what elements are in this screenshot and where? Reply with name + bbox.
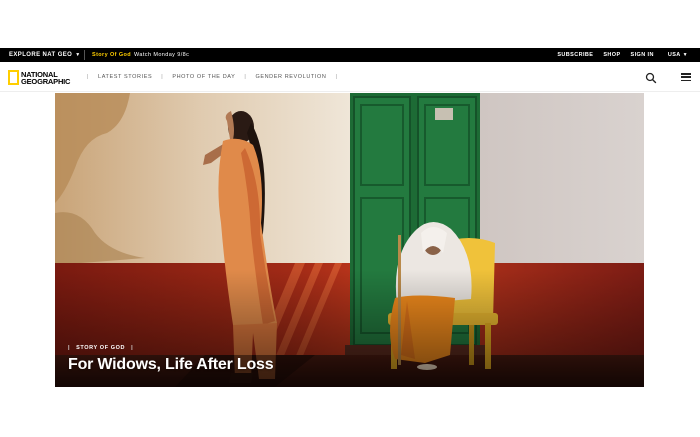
caret-down-icon: ▼: [682, 52, 688, 58]
hero-headline[interactable]: For Widows, Life After Loss: [68, 356, 274, 374]
topbar-divider: [84, 50, 85, 60]
hero-caption: | STORY OF GOD | For Widows, Life After …: [68, 345, 274, 374]
caret-down-icon: ▼: [75, 52, 81, 58]
nav-latest-stories[interactable]: LATEST STORIES: [98, 74, 152, 80]
hero-photo-illustration: [55, 93, 644, 387]
main-nav-bar: NATIONAL GEOGRAPHIC | LATEST STORIES | P…: [0, 62, 700, 92]
explore-label: EXPLORE NAT GEO: [9, 52, 73, 58]
nav-photo-of-the-day[interactable]: PHOTO OF THE DAY: [172, 74, 235, 80]
logo-line-2: GEOGRAPHIC: [21, 76, 71, 86]
shop-link[interactable]: SHOP: [603, 52, 620, 58]
yellow-border-logo-icon: [8, 70, 19, 85]
hamburger-menu-icon[interactable]: [681, 73, 691, 82]
search-icon[interactable]: [645, 71, 657, 84]
natgeo-logo[interactable]: NATIONAL GEOGRAPHIC: [8, 69, 70, 86]
nav-separator: |: [335, 74, 338, 80]
global-top-bar: EXPLORE NAT GEO ▼ Story Of God Watch Mon…: [0, 48, 700, 62]
nav-separator: |: [161, 74, 164, 80]
kicker-separator: |: [68, 345, 71, 351]
promo-show-title: Story Of God: [92, 52, 132, 58]
region-label: USA: [667, 52, 681, 58]
tv-promo-link[interactable]: Story Of God Watch Monday 9/8c: [92, 48, 189, 62]
region-selector[interactable]: USA ▼: [668, 52, 688, 58]
subscribe-link[interactable]: SUBSCRIBE: [557, 52, 593, 58]
logo-wordmark: NATIONAL GEOGRAPHIC: [21, 70, 71, 86]
hero-kicker[interactable]: | STORY OF GOD |: [68, 345, 273, 351]
nav-separator: |: [87, 74, 90, 80]
kicker-separator: |: [131, 345, 134, 351]
hero-story-image[interactable]: [55, 93, 644, 387]
explore-nat-geo-button[interactable]: EXPLORE NAT GEO ▼: [9, 48, 81, 62]
nav-separator: |: [244, 74, 247, 80]
nav-gender-revolution[interactable]: GENDER REVOLUTION: [255, 74, 326, 80]
hero-kicker-label: STORY OF GOD: [76, 345, 126, 351]
topbar-account-links: SUBSCRIBE SHOP SIGN IN USA ▼: [547, 48, 688, 62]
sign-in-link[interactable]: SIGN IN: [631, 52, 654, 58]
primary-nav-links: | LATEST STORIES | PHOTO OF THE DAY | GE…: [78, 62, 346, 92]
promo-airtime: Watch Monday 9/8c: [134, 52, 190, 58]
